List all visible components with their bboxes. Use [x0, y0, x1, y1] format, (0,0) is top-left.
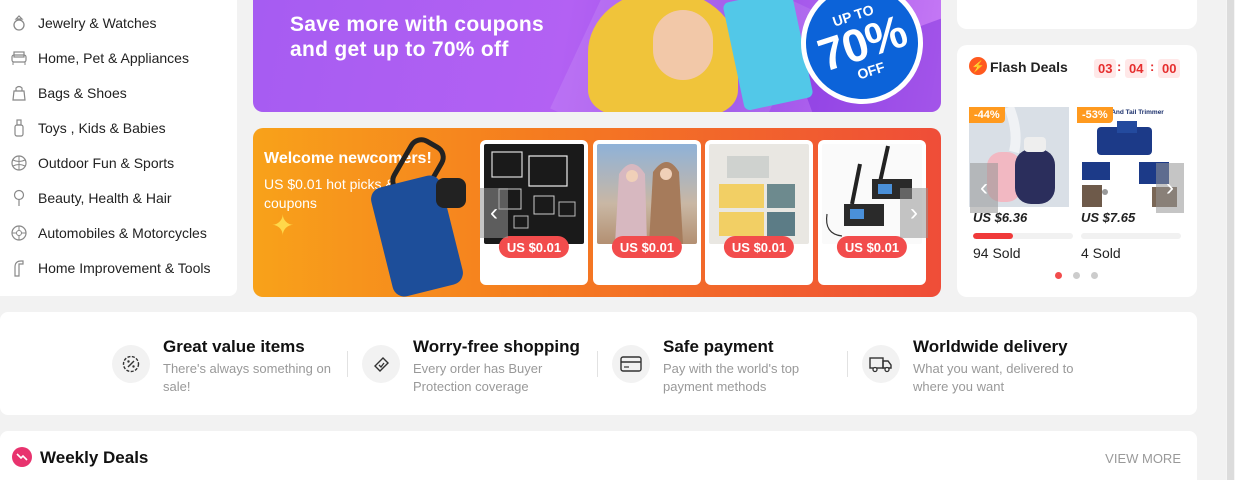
product-price-badge: US $0.01 [611, 236, 683, 258]
product-price-badge: US $0.01 [723, 236, 795, 258]
flash-deals-title[interactable]: Flash Deals [990, 59, 1068, 75]
benefit-title: Worldwide delivery [913, 337, 1068, 356]
category-outdoor-sports[interactable]: Outdoor Fun & Sports [0, 145, 237, 180]
flash-sold-progress [1081, 233, 1181, 239]
truck-icon [862, 345, 900, 383]
category-label: Home Improvement & Tools [38, 259, 211, 276]
benefit-title: Safe payment [663, 337, 774, 356]
benefit-divider [847, 351, 848, 377]
carousel-dot[interactable] [1055, 272, 1062, 279]
wheel-icon [10, 224, 28, 242]
carousel-dot[interactable] [1073, 272, 1080, 279]
flash-discount-badge: -44% [969, 107, 1005, 123]
benefit-safe-payment: Safe payment Pay with the world's top pa… [612, 312, 852, 415]
benefit-title: Great value items [163, 337, 305, 356]
category-label: Bags & Shoes [38, 84, 127, 101]
newcomer-product-card[interactable]: US $0.01 [705, 140, 813, 285]
timer-hours: 03 [1094, 59, 1117, 78]
benefit-divider [597, 351, 598, 377]
coupon-hero-banner[interactable]: Save more with coupons and get up to 70%… [253, 0, 941, 112]
sparkle-icon: ✦ [271, 210, 295, 241]
flash-discount-badge: -53% [1077, 107, 1113, 123]
chevron-right-icon: › [910, 199, 918, 226]
flash-sold-progress [973, 233, 1073, 239]
chevron-left-icon: ‹ [980, 174, 988, 201]
category-toys-kids-babies[interactable]: Toys , Kids & Babies [0, 110, 237, 145]
benefit-description: Pay with the world's top payment methods [663, 361, 800, 394]
carousel-dot[interactable] [1091, 272, 1098, 279]
bag-icon [10, 84, 28, 102]
category-automobiles-motorcycles[interactable]: Automobiles & Motorcycles [0, 215, 237, 250]
benefit-description: Every order has Buyer Protection coverag… [413, 361, 543, 394]
phone-camera-illustration [436, 178, 466, 208]
beauty-icon [10, 189, 28, 207]
product-image-storage-boxes [709, 144, 809, 244]
timer-minutes: 04 [1125, 59, 1148, 78]
model-arm-illustration [653, 10, 713, 80]
category-jewelry-watches[interactable]: Jewelry & Watches [0, 5, 237, 40]
benefit-title: Worry-free shopping [413, 337, 580, 356]
benefit-description: There's always something on sale! [163, 361, 331, 394]
product-price-badge: US $0.01 [836, 236, 908, 258]
trend-down-icon [12, 447, 32, 467]
category-sidebar: Jewelry & Watches Home, Pet & Appliances… [0, 0, 237, 296]
timer-separator: : [1117, 59, 1122, 74]
benefit-great-value: Great value items There's always somethi… [112, 312, 352, 415]
timer-separator: : [1150, 59, 1155, 74]
weekly-deals-title: Weekly Deals [40, 448, 149, 467]
flash-icon: ⚡ [969, 57, 987, 75]
newcomer-product-card[interactable]: US $0.01 [593, 140, 701, 285]
hero-headline: Save more with coupons and get up to 70%… [290, 12, 544, 62]
welcome-prev-arrow[interactable]: ‹ [480, 188, 508, 238]
flash-product-price: US $7.65 [1081, 210, 1136, 225]
ball-icon [10, 154, 28, 172]
chevron-right-icon: › [1166, 174, 1174, 201]
view-more-link[interactable]: VIEW MORE [1105, 451, 1181, 466]
flash-sold-count: 94 Sold [973, 245, 1021, 261]
sofa-icon [10, 49, 28, 67]
weekly-deals-section: Weekly Deals VIEW MORE [0, 431, 1197, 480]
account-card-bottom [957, 0, 1197, 29]
ring-icon [10, 14, 28, 32]
credit-card-icon [612, 345, 650, 383]
price-tag-icon [112, 345, 150, 383]
category-home-improvement-tools[interactable]: Home Improvement & Tools [0, 250, 237, 285]
scrollbar-thumb[interactable] [1227, 0, 1234, 480]
category-beauty-health-hair[interactable]: Beauty, Health & Hair [0, 180, 237, 215]
category-label: Jewelry & Watches [38, 14, 157, 31]
category-label: Home, Pet & Appliances [38, 49, 189, 66]
benefit-worldwide-delivery: Worldwide delivery What you want, delive… [862, 312, 1102, 415]
welcome-next-arrow[interactable]: › [900, 188, 928, 238]
benefit-description: What you want, delivered to where you wa… [913, 361, 1074, 394]
flash-prev-arrow[interactable]: ‹ [970, 163, 998, 213]
flash-sold-count: 4 Sold [1081, 245, 1121, 261]
shield-icon [362, 345, 400, 383]
product-image-hijab-scarves [597, 144, 697, 244]
category-home-pet-appliances[interactable]: Home, Pet & Appliances [0, 40, 237, 75]
benefits-strip: Great value items There's always somethi… [0, 312, 1197, 415]
timer-seconds: 00 [1158, 59, 1181, 78]
product-price-badge: US $0.01 [498, 236, 570, 258]
tool-icon [10, 259, 28, 277]
benefit-worry-free: Worry-free shopping Every order has Buye… [362, 312, 602, 415]
category-label: Toys , Kids & Babies [38, 119, 166, 136]
category-label: Outdoor Fun & Sports [38, 154, 175, 171]
chevron-left-icon: ‹ [490, 199, 498, 226]
bottle-icon [10, 118, 28, 137]
hero-line-2: and get up to 70% off [290, 38, 509, 61]
category-label: Beauty, Health & Hair [38, 189, 172, 206]
hero-line-1: Save more with coupons [290, 13, 544, 36]
flash-sold-progress-fill [973, 233, 1013, 239]
flash-next-arrow[interactable]: › [1156, 163, 1184, 213]
category-label: Automobiles & Motorcycles [38, 224, 207, 241]
flash-deals-card: ⚡ Flash Deals 03 : 04 : 00 -44% US $6.36… [957, 45, 1197, 297]
benefit-divider [347, 351, 348, 377]
category-bags-shoes[interactable]: Bags & Shoes [0, 75, 237, 110]
welcome-newcomers-section: Welcome newcomers! US $0.01 hot picks & … [253, 128, 941, 297]
